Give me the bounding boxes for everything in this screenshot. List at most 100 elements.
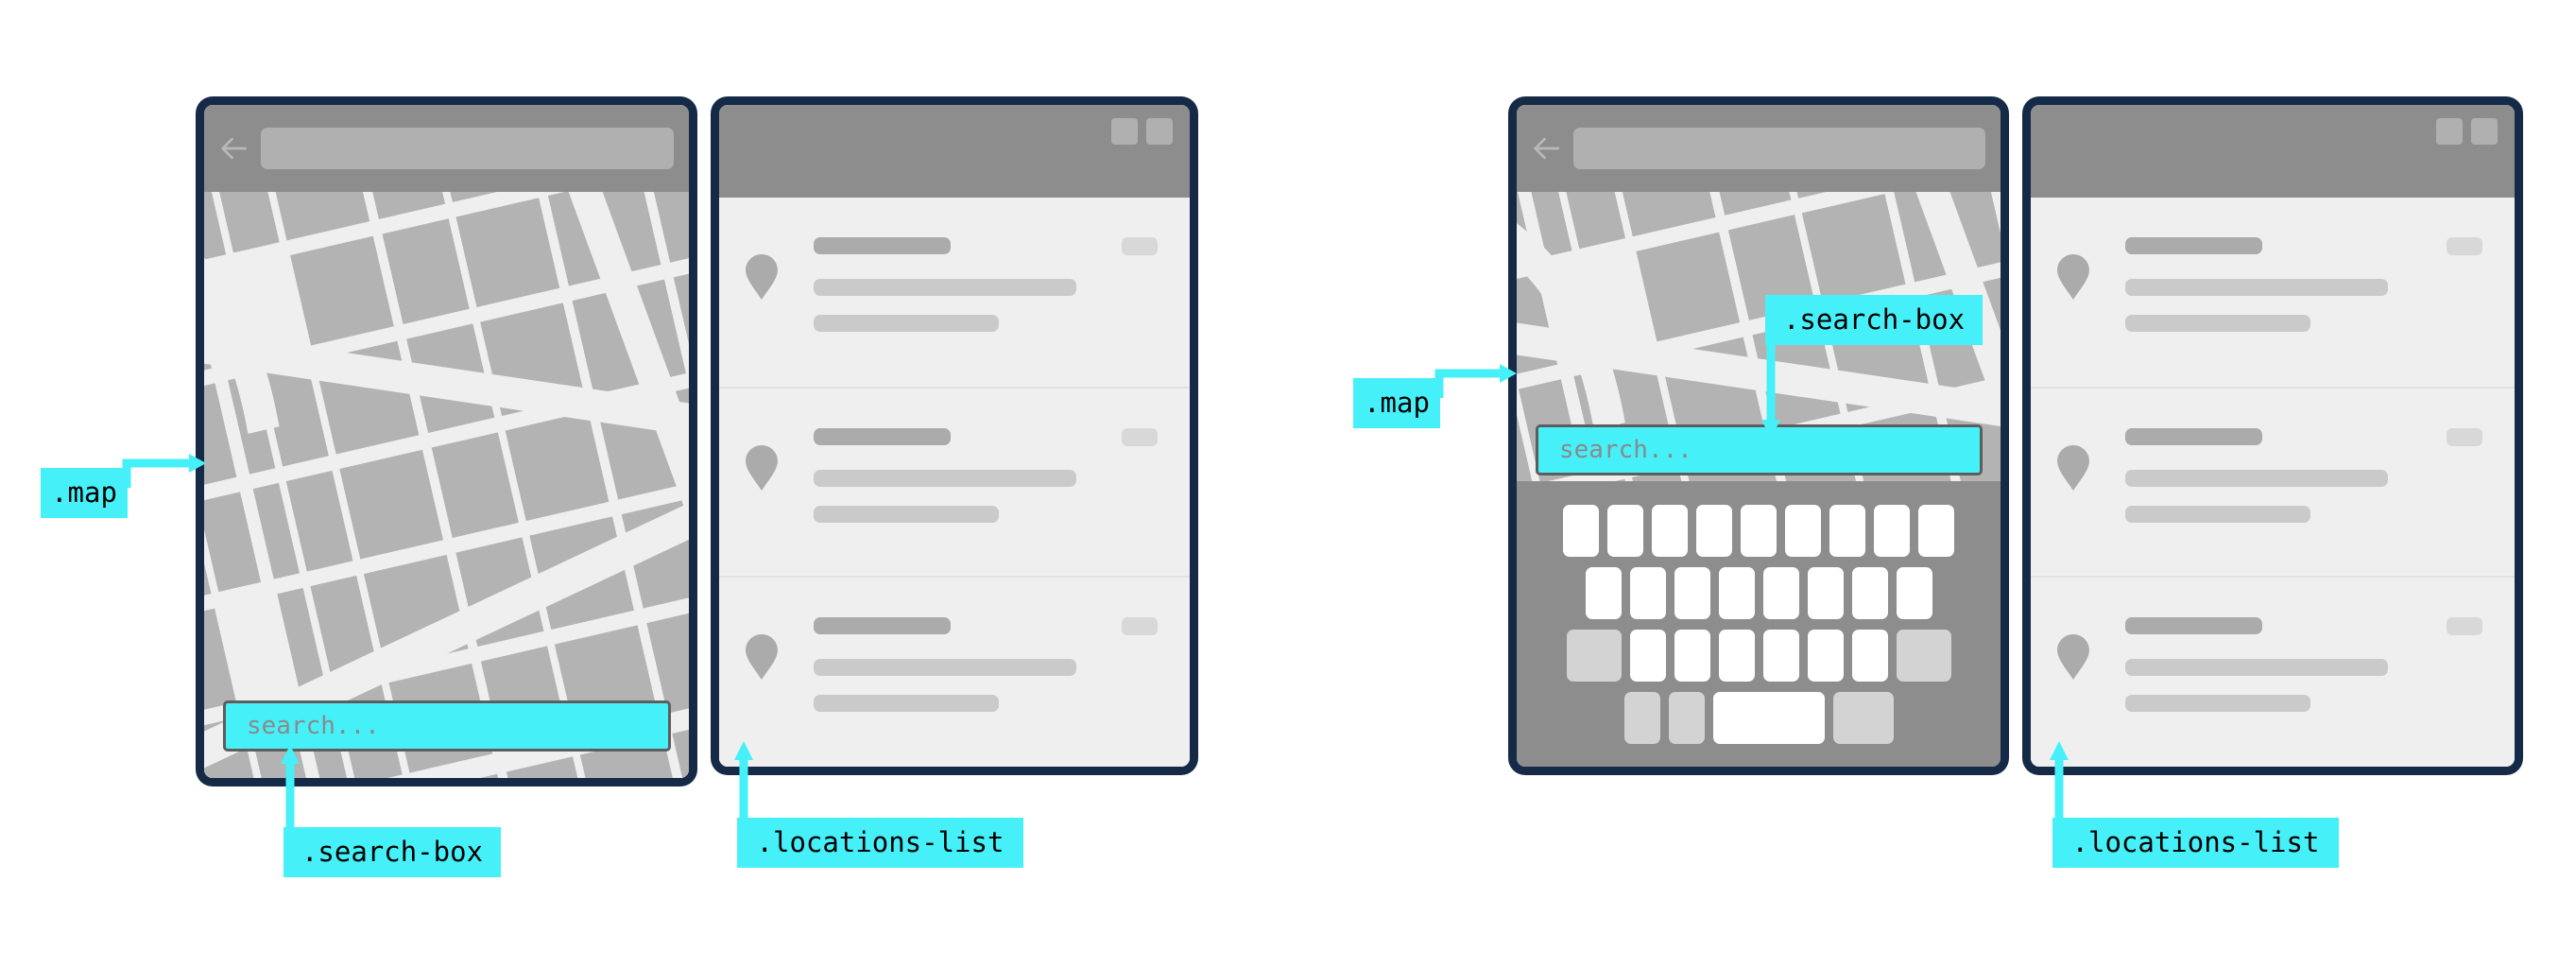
keyboard-key-key[interactable]: [1563, 504, 1599, 557]
keyboard-key-key[interactable]: [1874, 504, 1910, 557]
item-detail-line: [814, 659, 1076, 676]
pin-wrapper: [2057, 634, 2089, 684]
pin-wrapper: [746, 634, 778, 684]
list-item[interactable]: [719, 576, 1190, 765]
list-item[interactable]: [2031, 387, 2515, 576]
keyboard-key-sym[interactable]: [1623, 691, 1660, 744]
keyboard-key-key[interactable]: [1762, 629, 1799, 682]
keyboard-key-key[interactable]: [1674, 629, 1710, 682]
mockup-canvas: search... search... .map .search-box .locati…: [0, 0, 2576, 968]
map: [204, 192, 689, 778]
item-detail-line: [2125, 315, 2310, 332]
item-detail-line: [814, 695, 999, 712]
pin-wrapper: [2057, 254, 2089, 304]
keyboard-key-key[interactable]: [1851, 629, 1888, 682]
keyboard-key-key[interactable]: [1718, 566, 1755, 619]
item-badge: [2447, 428, 2482, 446]
keyboard-key-key[interactable]: [1607, 504, 1643, 557]
address-bar[interactable]: [261, 128, 674, 169]
window-buttons[interactable]: [2436, 118, 2498, 145]
item-text-lines: [814, 237, 1076, 332]
keyboard-key-key[interactable]: [1585, 566, 1622, 619]
map-pin-icon: [746, 634, 778, 680]
back-arrow-icon[interactable]: [1530, 132, 1562, 164]
pin-wrapper: [746, 445, 778, 495]
search-placeholder: search...: [1559, 436, 1692, 464]
window-button[interactable]: [2471, 118, 2498, 145]
on-screen-keyboard[interactable]: [1517, 481, 2001, 767]
list-item[interactable]: [2031, 198, 2515, 387]
address-bar[interactable]: [1573, 128, 1985, 169]
item-title-bar: [814, 237, 951, 254]
item-detail-line: [814, 279, 1076, 296]
keyboard-row: [1517, 566, 2001, 619]
leader-map-1: [122, 452, 217, 490]
phone-map-closed: search...: [196, 96, 697, 786]
item-text-lines: [814, 428, 1076, 523]
pin-wrapper: [746, 254, 778, 304]
window-button[interactable]: [2436, 118, 2463, 145]
list-item[interactable]: [719, 387, 1190, 576]
keyboard-key-key[interactable]: [1785, 504, 1821, 557]
keyboard-key-key[interactable]: [1674, 566, 1710, 619]
locations-list[interactable]: [719, 198, 1190, 767]
item-title-bar: [2125, 237, 2262, 254]
keyboard-key-key[interactable]: [1851, 566, 1888, 619]
keyboard-key-key[interactable]: [1741, 504, 1777, 557]
keyboard-key-key[interactable]: [1762, 566, 1799, 619]
item-detail-line: [2125, 506, 2310, 523]
annotation-map-2: .map: [1353, 378, 1440, 428]
item-detail-line: [2125, 470, 2388, 487]
locations-list[interactable]: [2031, 198, 2515, 767]
browser-top-bar: [1517, 105, 2001, 192]
back-arrow-icon[interactable]: [217, 132, 249, 164]
item-detail-line: [814, 470, 1076, 487]
window-button[interactable]: [1146, 118, 1173, 145]
annotation-locations-list-1: .locations-list: [737, 818, 1023, 868]
screen-phone-list-1: [719, 105, 1190, 767]
item-title-bar: [814, 617, 951, 634]
browser-top-bar: [719, 105, 1190, 198]
map-pin-icon: [746, 445, 778, 491]
window-button[interactable]: [1111, 118, 1138, 145]
keyboard-key-key[interactable]: [1829, 504, 1865, 557]
keyboard-key-emoji[interactable]: [1668, 691, 1705, 744]
annotation-search-box-2: .search-box: [1765, 295, 1983, 345]
item-badge: [2447, 617, 2482, 635]
keyboard-key-key[interactable]: [1807, 566, 1844, 619]
item-text-lines: [814, 617, 1076, 712]
list-item[interactable]: [2031, 576, 2515, 765]
keyboard-key-key[interactable]: [1629, 629, 1666, 682]
keyboard-key-key[interactable]: [1896, 566, 1932, 619]
item-badge: [1122, 237, 1158, 255]
item-text-lines: [2125, 237, 2388, 332]
leader-locations-list-2: [2038, 735, 2095, 826]
leader-map-2: [1434, 362, 1530, 400]
keyboard-key-key[interactable]: [1807, 629, 1844, 682]
keyboard-key-key[interactable]: [1629, 566, 1666, 619]
screen-phone-list-2: [2031, 105, 2515, 767]
keyboard-key-key[interactable]: [1652, 504, 1688, 557]
keyboard-row: [1517, 691, 2001, 744]
back-arrow-button[interactable]: [1530, 132, 1562, 164]
keyboard-key-key[interactable]: [1696, 504, 1732, 557]
keyboard-key-key[interactable]: [1718, 629, 1755, 682]
keyboard-key-key[interactable]: [1918, 504, 1954, 557]
list-item[interactable]: [719, 198, 1190, 387]
keyboard-key-shift[interactable]: [1566, 629, 1622, 682]
back-arrow-button[interactable]: [217, 132, 249, 164]
map-pin-icon: [2057, 445, 2089, 491]
search-placeholder: search...: [247, 712, 380, 740]
annotation-search-box-1: .search-box: [283, 827, 501, 877]
keyboard-key-space[interactable]: [1712, 691, 1825, 744]
keyboard-key-enter[interactable]: [1832, 691, 1894, 744]
keyboard-key-backspace[interactable]: [1896, 629, 1951, 682]
pin-wrapper: [2057, 445, 2089, 495]
browser-top-bar: [2031, 105, 2515, 198]
leader-search-box-1: [269, 739, 326, 834]
browser-top-bar: [204, 105, 689, 192]
item-badge: [1122, 617, 1158, 635]
window-buttons[interactable]: [1111, 118, 1173, 145]
item-detail-line: [814, 315, 999, 332]
leader-search-box-2: [1750, 340, 1807, 444]
